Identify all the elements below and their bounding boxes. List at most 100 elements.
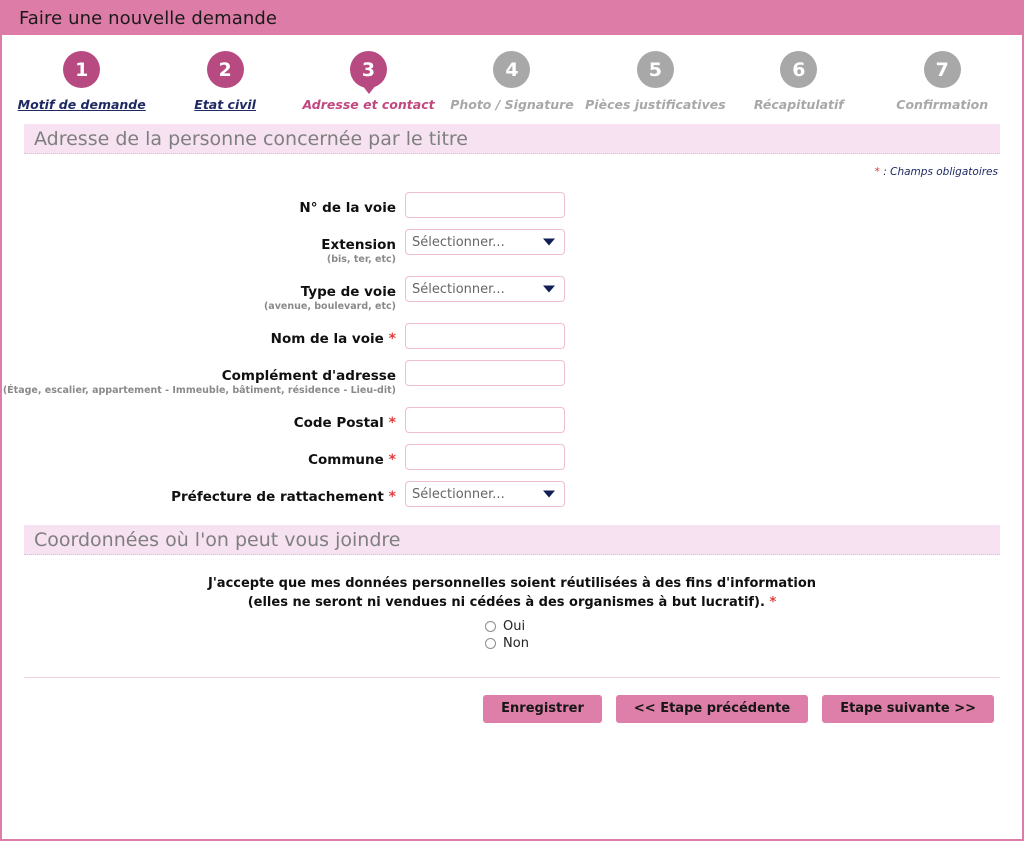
- field-hint: (Étage, escalier, appartement - Immeuble…: [2, 385, 396, 396]
- radio-button-icon[interactable]: [485, 621, 496, 632]
- field-label-wrapper: Type de voie(avenue, boulevard, etc): [2, 276, 405, 312]
- field-label: N° de la voie: [299, 200, 396, 216]
- radio-option-label: Oui: [503, 619, 525, 634]
- required-note-text: : Champs obligatoires: [883, 166, 998, 178]
- section-header-contact: Coordonnées où l'on peut vous joindre: [24, 525, 1000, 555]
- field-hint: (bis, ter, etc): [2, 254, 396, 265]
- field-label: Commune: [308, 452, 384, 468]
- step-3[interactable]: 3 Adresse et contact: [297, 51, 440, 112]
- field-label: Type de voie: [301, 284, 396, 300]
- address-form: N° de la voieExtension(bis, ter, etc)Sél…: [2, 178, 1022, 507]
- field-control-wrapper: [405, 407, 565, 433]
- form-row: Complément d'adresse(Étage, escalier, ap…: [2, 360, 1022, 396]
- form-row: Extension(bis, ter, etc)Sélectionner...: [2, 229, 1022, 265]
- step-7: 7 Confirmation: [871, 51, 1014, 112]
- section-title-address: Adresse de la personne concernée par le …: [34, 128, 468, 150]
- required-asterisk-icon: *: [875, 166, 880, 178]
- step-6-circle: 6: [780, 51, 817, 88]
- text-input[interactable]: [405, 407, 565, 433]
- field-label-wrapper: Nom de la voie *: [2, 323, 405, 347]
- field-label: Préfecture de rattachement: [171, 489, 384, 505]
- field-label-wrapper: Commune *: [2, 444, 405, 468]
- application-window: Faire une nouvelle demande 1 Motif de dem…: [0, 0, 1024, 841]
- text-input[interactable]: [405, 360, 565, 386]
- dropdown-selected-value: Sélectionner...: [406, 487, 505, 502]
- dropdown-selected-value: Sélectionner...: [406, 235, 505, 250]
- step-1-label[interactable]: Motif de demande: [18, 97, 146, 112]
- field-label-wrapper: Code Postal *: [2, 407, 405, 431]
- consent-text-line-2: (elles ne seront ni vendues ni cédées à …: [2, 594, 1022, 613]
- step-7-circle: 7: [924, 51, 961, 88]
- step-1[interactable]: 1 Motif de demande: [10, 51, 153, 112]
- dropdown-select[interactable]: Sélectionner...: [405, 229, 565, 255]
- step-4-circle: 4: [493, 51, 530, 88]
- form-row: Préfecture de rattachement *Sélectionner…: [2, 481, 1022, 507]
- field-label: Extension: [321, 237, 396, 253]
- save-button[interactable]: Enregistrer: [483, 695, 602, 723]
- text-input[interactable]: [405, 323, 565, 349]
- consent-required-asterisk-icon: *: [769, 595, 776, 610]
- step-3-circle: 3: [350, 51, 387, 88]
- required-asterisk-icon: *: [384, 415, 396, 431]
- radio-option-label: Non: [503, 636, 529, 651]
- field-control-wrapper: Sélectionner...: [405, 276, 565, 302]
- form-actions: Enregistrer << Etape précédente Etape su…: [2, 678, 1022, 723]
- previous-step-button[interactable]: << Etape précédente: [616, 695, 808, 723]
- field-label-wrapper: N° de la voie: [2, 192, 405, 216]
- consent-radio-group: Oui Non: [485, 619, 529, 653]
- required-asterisk-icon: *: [384, 489, 396, 505]
- radio-option-non[interactable]: Non: [485, 636, 529, 651]
- field-hint: (avenue, boulevard, etc): [2, 301, 396, 312]
- section-header-address: Adresse de la personne concernée par le …: [24, 124, 1000, 154]
- consent-block: J'accepte que mes données personnelles s…: [2, 555, 1022, 653]
- text-input[interactable]: [405, 192, 565, 218]
- next-step-button[interactable]: Etape suivante >>: [822, 695, 994, 723]
- field-control-wrapper: Sélectionner...: [405, 229, 565, 255]
- step-6: 6 Récapitulatif: [727, 51, 870, 112]
- step-5-circle: 5: [637, 51, 674, 88]
- required-asterisk-icon: *: [384, 452, 396, 468]
- step-7-label: Confirmation: [896, 97, 988, 112]
- radio-option-oui[interactable]: Oui: [485, 619, 529, 634]
- dropdown-select[interactable]: Sélectionner...: [405, 481, 565, 507]
- required-fields-note: * : Champs obligatoires: [2, 154, 1022, 178]
- field-control-wrapper: [405, 360, 565, 386]
- consent-text-line-2-text: (elles ne seront ni vendues ni cédées à …: [248, 595, 765, 610]
- radio-button-icon[interactable]: [485, 638, 496, 649]
- form-row: Commune *: [2, 444, 1022, 470]
- chevron-down-icon: [543, 491, 555, 498]
- step-5-label: Pièces justificatives: [585, 97, 726, 112]
- step-3-label: Adresse et contact: [303, 97, 435, 112]
- step-4-label: Photo / Signature: [450, 97, 574, 112]
- field-control-wrapper: [405, 444, 565, 470]
- form-row: Code Postal *: [2, 407, 1022, 433]
- chevron-down-icon: [543, 239, 555, 246]
- step-2[interactable]: 2 Etat civil: [153, 51, 296, 112]
- field-label-wrapper: Complément d'adresse(Étage, escalier, ap…: [2, 360, 405, 396]
- consent-text-line-1: J'accepte que mes données personnelles s…: [2, 575, 1022, 594]
- chevron-down-icon: [543, 286, 555, 293]
- field-label: Code Postal: [294, 415, 384, 431]
- step-6-label: Récapitulatif: [754, 97, 844, 112]
- field-label: Complément d'adresse: [222, 368, 396, 384]
- window-title-bar: Faire une nouvelle demande: [2, 2, 1022, 35]
- step-5: 5 Pièces justificatives: [584, 51, 727, 112]
- step-progress-bar: 1 Motif de demande 2 Etat civil 3 Adresse et …: [2, 35, 1022, 118]
- page-title: Faire une nouvelle demande: [19, 8, 277, 29]
- dropdown-select[interactable]: Sélectionner...: [405, 276, 565, 302]
- field-control-wrapper: [405, 192, 565, 218]
- field-label: Nom de la voie: [271, 331, 384, 347]
- text-input[interactable]: [405, 444, 565, 470]
- step-2-label[interactable]: Etat civil: [194, 97, 256, 112]
- field-control-wrapper: [405, 323, 565, 349]
- dropdown-selected-value: Sélectionner...: [406, 282, 505, 297]
- step-1-circle: 1: [63, 51, 100, 88]
- section-title-contact: Coordonnées où l'on peut vous joindre: [34, 529, 401, 551]
- form-row: Type de voie(avenue, boulevard, etc)Séle…: [2, 276, 1022, 312]
- field-control-wrapper: Sélectionner...: [405, 481, 565, 507]
- step-2-circle: 2: [207, 51, 244, 88]
- step-4: 4 Photo / Signature: [440, 51, 583, 112]
- form-row: N° de la voie: [2, 192, 1022, 218]
- field-label-wrapper: Extension(bis, ter, etc): [2, 229, 405, 265]
- field-label-wrapper: Préfecture de rattachement *: [2, 481, 405, 505]
